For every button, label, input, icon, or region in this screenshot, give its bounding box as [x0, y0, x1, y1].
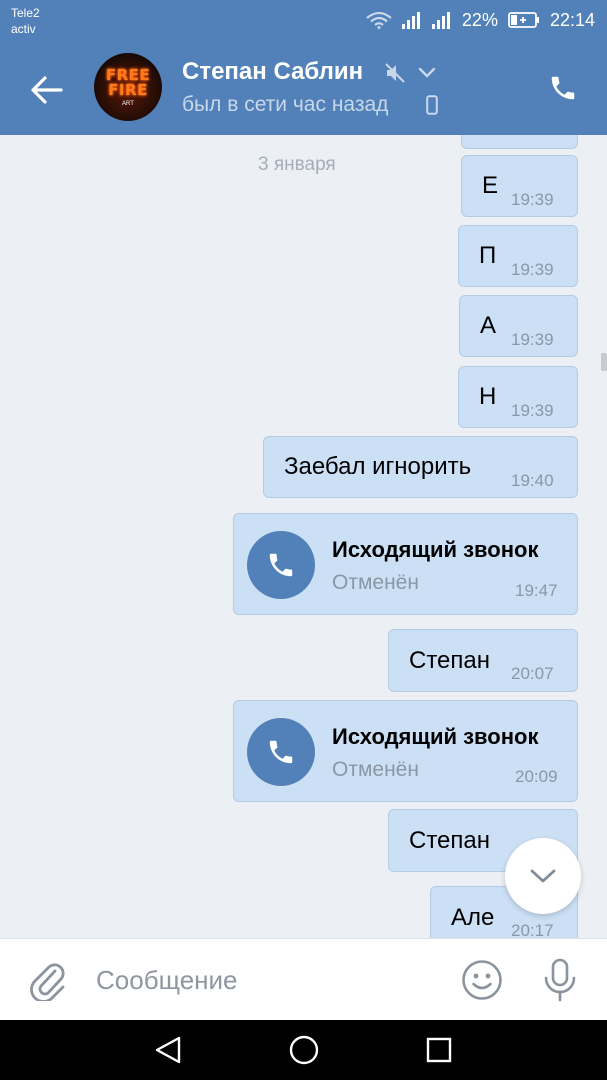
- call-message-bubble[interactable]: Исходящий звонок Отменён 19:47: [233, 513, 578, 615]
- message-time: 19:47: [515, 581, 558, 600]
- call-button[interactable]: [541, 66, 585, 110]
- arrow-left-icon: [31, 76, 63, 104]
- call-title: Исходящий звонок: [332, 537, 539, 562]
- message-time: 20:17: [511, 921, 554, 938]
- clock: 22:14: [549, 9, 595, 30]
- message-time: 19:39: [511, 330, 554, 349]
- scroll-down-button[interactable]: [505, 838, 581, 914]
- system-navigation-bar: [0, 1020, 607, 1080]
- carrier-label: Tele2 activ: [11, 5, 40, 37]
- call-circle: [247, 531, 315, 599]
- avatar[interactable]: FREE FIRE ART: [94, 53, 162, 121]
- phone-icon: [269, 553, 293, 577]
- last-seen-status: был в сети час назад: [182, 93, 389, 116]
- circle-home-icon: [289, 1035, 319, 1065]
- message-text: А: [480, 312, 497, 339]
- message-text: Заебал игнорить: [284, 453, 472, 480]
- message-time: 19:39: [511, 401, 554, 420]
- message-bubble-partial[interactable]: [461, 135, 578, 149]
- nav-back-button[interactable]: [151, 1035, 185, 1065]
- call-title: Исходящий звонок: [332, 724, 539, 749]
- battery-icon: [508, 11, 540, 29]
- call-message-bubble[interactable]: Исходящий звонок Отменён 20:09: [233, 700, 578, 802]
- back-button[interactable]: [24, 68, 68, 112]
- carrier-name: Tele2: [11, 6, 40, 20]
- call-status: Отменён: [332, 571, 419, 594]
- message-bubble[interactable]: Н 19:39: [458, 366, 578, 428]
- signal-icon-2: [431, 11, 452, 29]
- message-bubble[interactable]: П 19:39: [458, 225, 578, 287]
- attach-button[interactable]: [28, 959, 68, 1003]
- message-bubble[interactable]: Е 19:39: [461, 155, 578, 217]
- message-time: 19:40: [511, 471, 554, 490]
- message-bubble[interactable]: А 19:39: [459, 295, 578, 357]
- message-input[interactable]: [96, 961, 426, 999]
- triangle-back-icon: [155, 1036, 181, 1064]
- call-circle: [247, 718, 315, 786]
- contact-name[interactable]: Степан Саблин: [182, 58, 363, 86]
- top-bar: Tele2 activ 22% 22:14 FREE FIRE ART Степ…: [0, 0, 607, 135]
- status-icons: 22% 22:14: [366, 8, 595, 32]
- phone-icon: [269, 740, 293, 764]
- nav-recents-button[interactable]: [425, 1036, 453, 1064]
- message-bubble[interactable]: Заебал игнорить 19:40: [263, 436, 578, 498]
- call-status: Отменён: [332, 758, 419, 781]
- message-bubble[interactable]: Степан 20:07: [388, 629, 578, 692]
- chat-header: FREE FIRE ART Степан Саблин был в сети ч…: [0, 40, 607, 135]
- phone-icon: [551, 76, 575, 100]
- message-text: Н: [479, 383, 497, 410]
- date-separator: 3 января: [258, 154, 336, 175]
- message-time: 20:09: [515, 767, 558, 786]
- message-list[interactable]: 3 января Е 19:39 П 19:39 А 19:39 Н 19:39…: [0, 135, 607, 938]
- message-text: Але: [451, 904, 495, 931]
- mute-icon: [384, 62, 406, 89]
- battery-percent: 22%: [461, 9, 498, 30]
- carrier-status: activ: [11, 22, 36, 36]
- scroll-indicator[interactable]: [601, 353, 607, 371]
- square-recents-icon: [426, 1037, 452, 1063]
- signal-icon-1: [401, 11, 422, 29]
- message-time: 19:39: [511, 260, 554, 279]
- message-text: Степан: [409, 647, 490, 674]
- message-text: Степан: [409, 827, 490, 854]
- message-time: 20:07: [511, 664, 554, 683]
- mobile-device-icon: [426, 95, 438, 120]
- status-bar: Tele2 activ 22% 22:14: [0, 0, 607, 40]
- paperclip-icon: [30, 963, 65, 1003]
- message-text: П: [479, 242, 497, 269]
- message-text: Е: [482, 172, 499, 199]
- emoji-button[interactable]: [461, 959, 503, 1001]
- microphone-button[interactable]: [541, 957, 579, 1003]
- avatar-sub: ART: [122, 100, 134, 107]
- smiley-icon: [462, 960, 502, 1000]
- chevron-down-icon: [530, 869, 556, 883]
- message-time: 19:39: [511, 190, 554, 209]
- microphone-icon: [544, 958, 576, 1002]
- message-input-bar: [0, 938, 607, 1020]
- nav-home-button[interactable]: [288, 1034, 320, 1066]
- wifi-icon: [366, 11, 392, 29]
- avatar-text-line2: FIRE: [108, 80, 148, 99]
- chevron-down-icon[interactable]: [417, 66, 437, 85]
